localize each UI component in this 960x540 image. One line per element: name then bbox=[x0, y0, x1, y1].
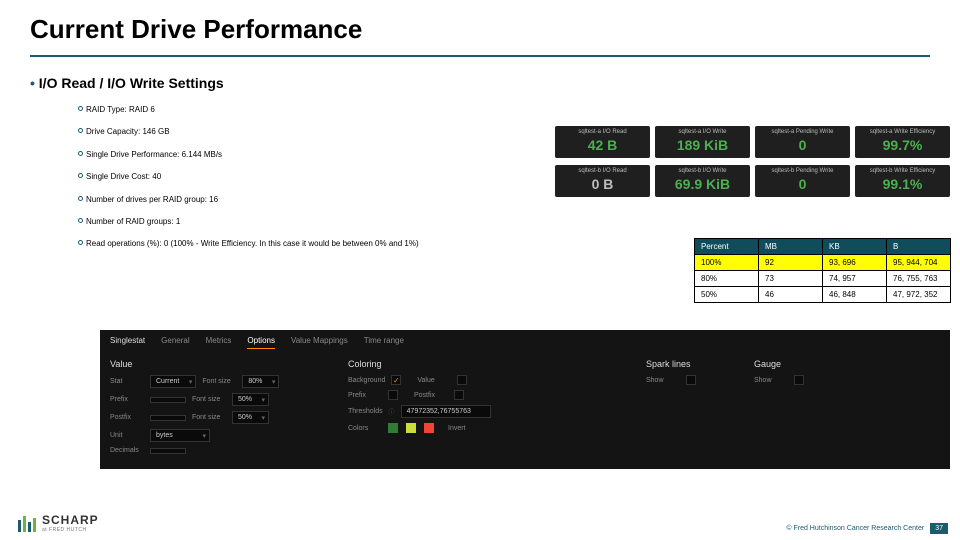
col-header: Value bbox=[110, 359, 330, 369]
tab-bar: Singlestat General Metrics Options Value… bbox=[110, 336, 940, 349]
postfix-input[interactable] bbox=[150, 415, 186, 421]
thresholds-input[interactable]: 47972352,76755763 bbox=[401, 405, 491, 418]
color-swatch[interactable] bbox=[424, 423, 434, 433]
metric-cards: sqltest-a I/O Read42 B sqltest-a I/O Wri… bbox=[555, 126, 950, 204]
tab-time-range[interactable]: Time range bbox=[364, 336, 404, 349]
logo: SCHARPat FRED HUTCH bbox=[16, 512, 99, 534]
list-item: Number of RAID groups: 1 bbox=[78, 215, 960, 229]
section-subtitle: I/O Read / I/O Write Settings bbox=[0, 57, 960, 91]
tab-metrics[interactable]: Metrics bbox=[206, 336, 232, 349]
decimals-input[interactable] bbox=[150, 448, 186, 454]
fontsize-select[interactable]: 50% bbox=[232, 411, 269, 424]
metric-card: sqltest-b Write Efficiency99.1% bbox=[855, 165, 950, 197]
list-item: RAID Type: RAID 6 bbox=[78, 103, 960, 117]
tab-options[interactable]: Options bbox=[247, 336, 275, 349]
grafana-panel: Singlestat General Metrics Options Value… bbox=[100, 330, 950, 469]
col-header: Coloring bbox=[348, 359, 628, 369]
table-row: 50%4646, 84847, 972, 352 bbox=[695, 287, 951, 303]
prefix-check[interactable] bbox=[388, 390, 398, 400]
table-row: 80%7374, 95776, 755, 763 bbox=[695, 271, 951, 287]
panel-name: Singlestat bbox=[110, 336, 145, 349]
background-check[interactable] bbox=[391, 375, 401, 385]
table-row: 100%9293, 69695, 944, 704 bbox=[695, 255, 951, 271]
fontsize-select[interactable]: 80% bbox=[242, 375, 279, 388]
metric-card: sqltest-b I/O Write69.9 KiB bbox=[655, 165, 750, 197]
postfix-check[interactable] bbox=[454, 390, 464, 400]
tab-value-mappings[interactable]: Value Mappings bbox=[291, 336, 348, 349]
metric-card: sqltest-a Write Efficiency99.7% bbox=[855, 126, 950, 158]
spark-show-check[interactable] bbox=[686, 375, 696, 385]
conversion-table: PercentMBKBB 100%9293, 69695, 944, 704 8… bbox=[694, 238, 951, 303]
metric-card: sqltest-b Pending Write0 bbox=[755, 165, 850, 197]
fontsize-select[interactable]: 50% bbox=[232, 393, 269, 406]
metric-card: sqltest-a I/O Write189 KiB bbox=[655, 126, 750, 158]
metric-card: sqltest-a Pending Write0 bbox=[755, 126, 850, 158]
prefix-input[interactable] bbox=[150, 397, 186, 403]
col-header: Gauge bbox=[754, 359, 844, 369]
tab-general[interactable]: General bbox=[161, 336, 189, 349]
col-header: Spark lines bbox=[646, 359, 736, 369]
color-swatch[interactable] bbox=[388, 423, 398, 433]
page-title: Current Drive Performance bbox=[0, 0, 960, 45]
footer: © Fred Hutchinson Cancer Research Center… bbox=[786, 523, 948, 534]
color-swatch[interactable] bbox=[406, 423, 416, 433]
metric-card: sqltest-a I/O Read42 B bbox=[555, 126, 650, 158]
gauge-show-check[interactable] bbox=[794, 375, 804, 385]
page-number: 37 bbox=[930, 523, 948, 534]
value-check[interactable] bbox=[457, 375, 467, 385]
metric-card: sqltest-b I/O Read0 B bbox=[555, 165, 650, 197]
stat-select[interactable]: Current bbox=[150, 375, 196, 388]
logo-icon bbox=[16, 512, 38, 534]
unit-select[interactable]: bytes bbox=[150, 429, 210, 442]
